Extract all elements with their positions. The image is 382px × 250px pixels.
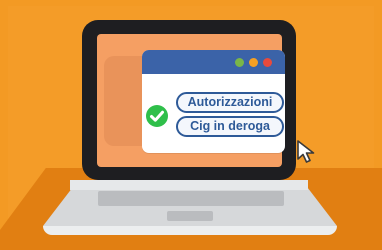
autorizzazioni-button[interactable]: Autorizzazioni bbox=[176, 92, 284, 113]
window-maximize-dot[interactable] bbox=[235, 58, 244, 67]
mouse-pointer-icon bbox=[296, 139, 318, 170]
trackpad bbox=[167, 211, 213, 221]
check-circle-icon bbox=[146, 105, 168, 127]
window-close-dot[interactable] bbox=[263, 58, 272, 67]
window-minimize-dot[interactable] bbox=[249, 58, 258, 67]
laptop-front-edge bbox=[43, 226, 337, 235]
window-titlebar bbox=[142, 50, 285, 74]
keyboard bbox=[98, 191, 284, 206]
cig-in-deroga-button[interactable]: Cig in deroga bbox=[176, 116, 284, 137]
laptop-hinge bbox=[70, 180, 308, 190]
